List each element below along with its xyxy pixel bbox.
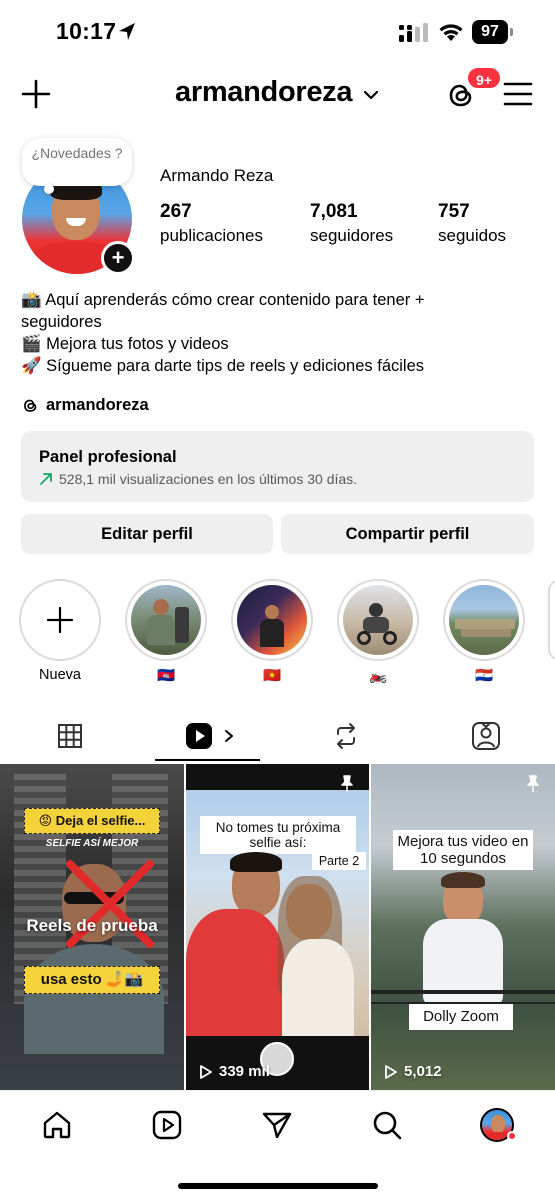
bio-line: 🎬 Mejora tus fotos y videos — [21, 335, 229, 353]
cross-mark-icon — [66, 860, 154, 948]
play-views-icon — [385, 1064, 397, 1079]
highlight-new[interactable]: Nueva — [18, 579, 102, 685]
threads-profile-link[interactable]: armandoreza — [21, 394, 149, 416]
home-indicator — [178, 1183, 378, 1189]
send-paper-plane-icon — [262, 1112, 292, 1139]
grid-caption-mid: Reels de prueba — [26, 916, 158, 935]
note-bubble[interactable]: ¿Novedades ? — [22, 138, 132, 186]
stat-followers-label: seguidores — [310, 226, 394, 245]
active-tab-indicator — [155, 759, 260, 761]
stat-followers[interactable]: 7,081 seguidores — [310, 201, 393, 246]
trending-up-icon — [40, 473, 52, 485]
grid-caption-top: No tomes tu próxima selfie así: — [200, 816, 356, 854]
stat-posts[interactable]: 267 publicaciones — [160, 201, 263, 246]
tab-reels[interactable] — [170, 712, 250, 760]
add-story-button[interactable]: + — [101, 241, 135, 275]
status-time: 10:17 — [56, 18, 117, 44]
grid-caption-top: 😡 Deja el selfie... — [24, 808, 160, 834]
tab-reposts[interactable] — [316, 712, 376, 760]
profile-tabs — [0, 712, 555, 764]
grid-item[interactable]: 😡 Deja el selfie... SELFIE ASÍ MEJOR Ree… — [0, 764, 184, 1090]
wifi-icon — [439, 24, 463, 41]
highlight-label: 🇻🇳 — [262, 668, 282, 684]
nav-messages[interactable] — [259, 1107, 295, 1143]
bio: 📸 Aquí aprenderás cómo crear contenido p… — [21, 289, 541, 377]
highlight-cover — [343, 585, 413, 655]
stat-followers-value: 7,081 — [310, 201, 358, 222]
battery-icon: 97 — [472, 20, 514, 44]
nav-search[interactable] — [369, 1107, 405, 1143]
bio-line: seguidores — [21, 313, 102, 331]
threads-icon — [24, 399, 37, 412]
grid-icon — [58, 724, 82, 748]
highlight-cover — [237, 585, 307, 655]
account-switcher-username[interactable]: armandoreza — [175, 76, 353, 109]
tab-tagged[interactable] — [456, 712, 516, 760]
nav-home[interactable] — [39, 1107, 75, 1143]
activity-dot — [507, 1131, 517, 1141]
grid-caption-part: Parte 2 — [312, 852, 366, 870]
pro-panel-subtitle: 528,1 mil visualizaciones en los últimos… — [59, 471, 358, 487]
location-arrow-icon — [119, 23, 135, 40]
view-count: 339 mil — [219, 1063, 270, 1080]
highlight-partial[interactable] — [548, 579, 555, 661]
grid-item[interactable]: No tomes tu próxima selfie así: Parte 2 … — [186, 764, 369, 1090]
highlight-cambodia[interactable]: 🇰🇭 — [124, 579, 208, 685]
play-views-icon — [200, 1064, 212, 1079]
highlight-moto[interactable]: 🏍️ — [336, 579, 420, 685]
cellular-signal-icon — [399, 23, 428, 42]
repost-icon — [337, 723, 355, 749]
profile-header: armandoreza 9+ — [0, 62, 555, 126]
bio-line: 📸 Aquí aprenderás cómo crear contenido p… — [21, 291, 425, 309]
highlight-label: Nueva — [39, 667, 81, 683]
stat-following-value: 757 — [438, 201, 470, 222]
highlight-label: 🏍️ — [368, 668, 388, 684]
grid-caption-sub: SELFIE ASÍ MEJOR — [45, 838, 139, 849]
plus-icon — [46, 606, 74, 634]
threads-handle: armandoreza — [46, 395, 149, 414]
highlight-label: 🇵🇾 — [474, 668, 494, 684]
battery-level: 97 — [472, 20, 508, 44]
reels-icon — [186, 723, 212, 749]
search-icon — [373, 1111, 402, 1140]
grid-caption-bottom: Dolly Zoom — [409, 1004, 513, 1030]
tab-posts-grid[interactable] — [40, 712, 100, 760]
highlight-label: 🇰🇭 — [156, 668, 176, 684]
chevron-right-icon — [225, 730, 233, 742]
status-bar: 10:17 97 — [0, 0, 555, 62]
grid-caption-top: Mejora tus video en 10 segundos — [393, 830, 533, 870]
display-name: Armando Reza — [160, 166, 274, 185]
create-plus-icon[interactable] — [20, 78, 52, 110]
tagged-person-icon — [472, 722, 500, 750]
pin-icon — [527, 775, 539, 792]
nav-profile[interactable] — [479, 1107, 517, 1143]
stat-following-label: seguidos — [438, 226, 507, 245]
pin-icon — [341, 775, 353, 792]
stat-posts-value: 267 — [160, 201, 192, 222]
grid-caption-bottom: usa esto 🤳📸 — [24, 966, 160, 994]
pro-panel-title: Panel profesional — [39, 448, 177, 466]
professional-dashboard[interactable]: Panel profesional 528,1 mil visualizacio… — [21, 431, 534, 502]
highlight-vietnam[interactable]: 🇻🇳 — [230, 579, 314, 685]
hamburger-menu-icon[interactable] — [502, 80, 534, 108]
home-icon — [43, 1111, 71, 1139]
share-profile-button[interactable]: Compartir perfil — [281, 514, 534, 554]
reels-grid: 😡 Deja el selfie... SELFIE ASÍ MEJOR Ree… — [0, 764, 555, 1090]
bio-line: 🚀 Sígueme para darte tips de reels y edi… — [21, 357, 425, 375]
highlight-cover — [131, 585, 201, 655]
reels-icon — [152, 1110, 182, 1140]
highlight-paraguay[interactable]: 🇵🇾 — [442, 579, 526, 685]
stat-following[interactable]: 757 seguidos — [438, 201, 506, 246]
grid-item[interactable]: Mejora tus video en 10 segundos Dolly Zo… — [371, 764, 555, 1090]
highlight-cover — [449, 585, 519, 655]
chevron-down-icon[interactable] — [362, 86, 380, 104]
view-count: 5,012 — [404, 1063, 442, 1080]
stat-posts-label: publicaciones — [160, 226, 264, 245]
nav-reels[interactable] — [149, 1107, 185, 1143]
edit-profile-button[interactable]: Editar perfil — [21, 514, 273, 554]
notification-badge: 9+ — [466, 66, 502, 90]
